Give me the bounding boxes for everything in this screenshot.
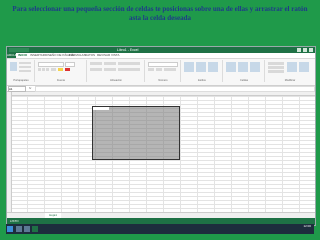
group-alineacion: Alineación <box>88 60 145 82</box>
tab-vista[interactable]: VISTA <box>111 53 119 58</box>
group-label: Fuente <box>56 79 66 82</box>
close-icon[interactable] <box>309 48 313 52</box>
copy-icon[interactable] <box>19 66 31 68</box>
fill-color-icon[interactable] <box>58 68 63 71</box>
excel-taskbar-icon[interactable] <box>32 226 38 232</box>
font-select[interactable] <box>38 62 64 67</box>
tab-formulas[interactable]: FÓRMULAS <box>69 53 86 58</box>
conditional-format-icon[interactable] <box>184 62 194 72</box>
borders-icon[interactable] <box>51 68 56 71</box>
currency-icon[interactable] <box>148 68 154 71</box>
italic-icon[interactable] <box>42 68 45 71</box>
active-cell[interactable] <box>93 107 109 110</box>
format-painter-icon[interactable] <box>19 70 31 72</box>
align-left-icon[interactable] <box>90 68 102 71</box>
align-top-icon[interactable] <box>90 62 102 65</box>
paste-icon[interactable] <box>10 62 17 71</box>
clear-icon[interactable] <box>268 70 284 73</box>
number-format-select[interactable] <box>148 62 178 67</box>
ribbon: Portapapeles Fuente Alineación Número Es… <box>7 59 315 86</box>
group-label: Celdas <box>239 79 249 82</box>
fill-icon[interactable] <box>268 66 284 69</box>
autosum-icon[interactable] <box>268 62 284 65</box>
tab-archivo[interactable]: ARCHIVO <box>7 53 21 58</box>
browser-icon[interactable] <box>24 226 30 232</box>
font-color-icon[interactable] <box>65 68 70 71</box>
start-icon[interactable] <box>7 226 13 232</box>
maximize-icon[interactable] <box>303 48 307 52</box>
tab-datos[interactable]: DATOS <box>85 53 95 58</box>
group-label: Estilos <box>198 79 206 82</box>
fx-icon[interactable]: fx <box>29 86 31 91</box>
merge-center-button[interactable] <box>118 68 140 71</box>
group-celdas: Celdas <box>224 60 265 82</box>
slide-title: Para seleccionar una pequeña sección de … <box>12 5 308 22</box>
wrap-text-button[interactable] <box>118 62 140 65</box>
format-cells-icon[interactable] <box>250 62 260 72</box>
group-label: Número <box>158 79 168 82</box>
underline-icon[interactable] <box>46 68 49 71</box>
group-numero: Número <box>146 60 181 82</box>
window-controls <box>297 48 313 52</box>
delete-cells-icon[interactable] <box>238 62 248 72</box>
group-label: Portapapeles <box>13 79 29 82</box>
taskbar: 12:00 <box>6 224 314 234</box>
format-as-table-icon[interactable] <box>196 62 206 72</box>
bold-icon[interactable] <box>38 68 41 71</box>
group-fuente: Fuente <box>36 60 87 82</box>
font-size-select[interactable] <box>65 62 75 67</box>
orientation-icon[interactable] <box>104 62 116 65</box>
selected-range[interactable] <box>92 106 180 160</box>
cut-icon[interactable] <box>19 62 31 64</box>
quick-access-toolbar[interactable] <box>9 48 29 52</box>
indent-icon[interactable] <box>104 68 116 71</box>
tab-inicio[interactable]: INICIO <box>18 53 28 58</box>
percent-icon[interactable] <box>156 68 162 71</box>
excel-window: Libro1 - Excel ARCHIVO INICIO INSERTAR D… <box>6 46 316 226</box>
explorer-icon[interactable] <box>16 226 22 232</box>
group-label: Alineación <box>110 79 122 82</box>
clock: 12:00 <box>303 224 311 228</box>
group-estilos: Estilos <box>182 60 223 82</box>
cell-styles-icon[interactable] <box>208 62 218 72</box>
group-portapapeles: Portapapeles <box>8 60 35 82</box>
minimize-icon[interactable] <box>297 48 301 52</box>
group-label: Modificar <box>284 79 296 82</box>
tab-insertar[interactable]: INSERTAR <box>30 53 45 58</box>
column-headers[interactable] <box>7 92 315 96</box>
sort-filter-icon[interactable] <box>287 62 297 72</box>
tab-revisar[interactable]: REVISAR <box>97 53 110 58</box>
insert-cells-icon[interactable] <box>226 62 236 72</box>
find-select-icon[interactable] <box>299 62 309 72</box>
group-modificar: Modificar <box>266 60 314 82</box>
row-headers[interactable] <box>7 92 12 212</box>
decimal-icon[interactable] <box>164 68 176 71</box>
